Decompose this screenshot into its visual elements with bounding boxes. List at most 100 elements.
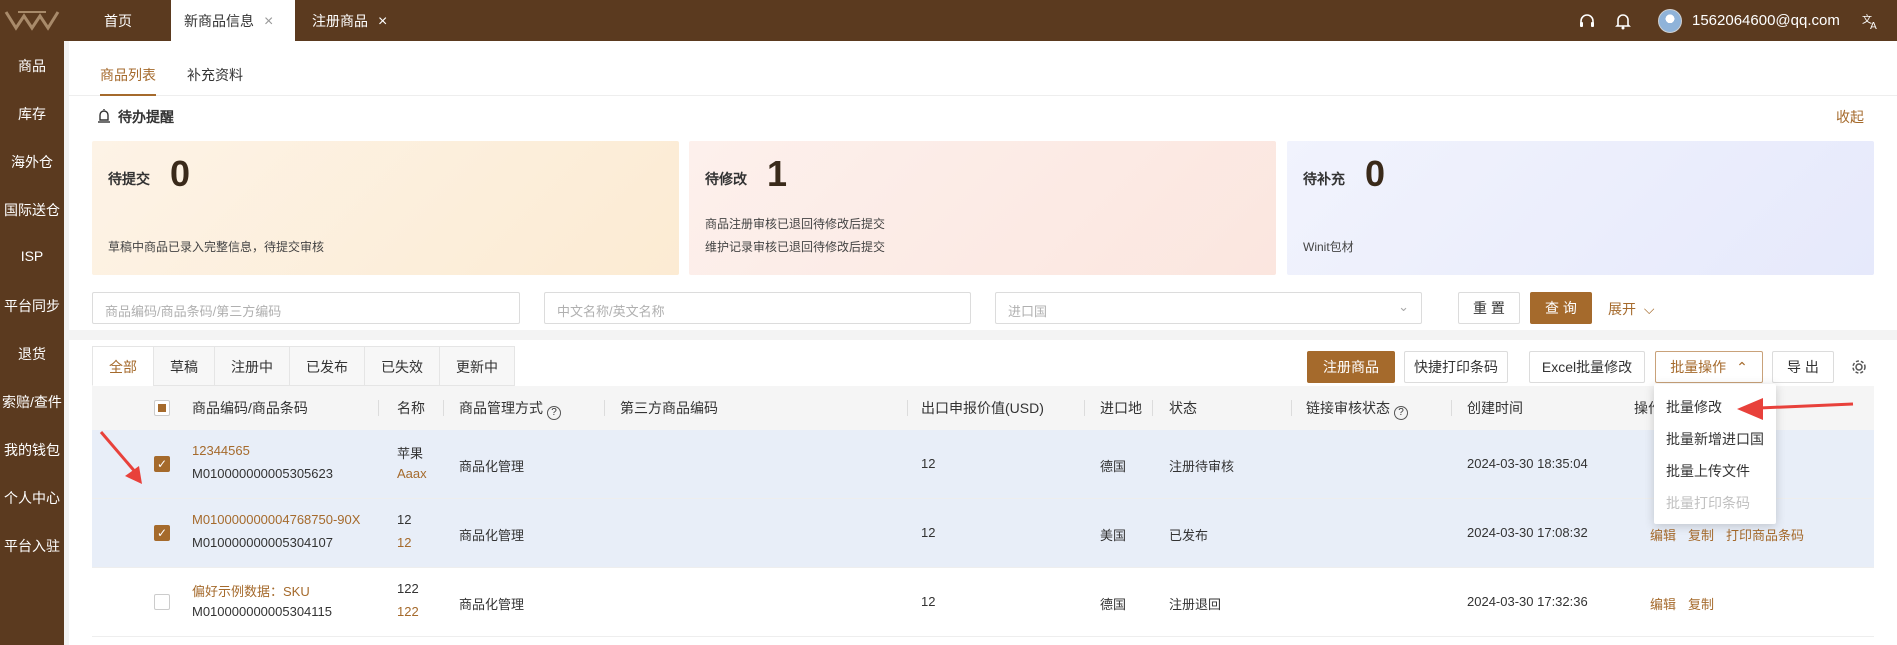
col-separator	[907, 400, 908, 416]
sidebar-item-product[interactable]: 商品	[0, 56, 64, 76]
management-mode: 商品化管理	[459, 597, 525, 612]
sidebar-item-overseas-warehouse[interactable]: 海外仓	[0, 152, 64, 172]
code-search-input[interactable]: 商品编码/商品条码/第三方编码	[92, 292, 520, 324]
edit-link[interactable]: 编辑	[1650, 594, 1676, 613]
management-mode: 商品化管理	[459, 528, 525, 543]
collapse-link[interactable]: 收起	[1836, 107, 1864, 127]
user-menu[interactable]: 1562064600@qq.com	[1658, 0, 1840, 41]
sidebar-item-returns[interactable]: 退货	[0, 344, 64, 364]
reset-button[interactable]: 重 置	[1458, 292, 1520, 324]
tab-label: 注册商品	[312, 13, 368, 29]
help-icon[interactable]: ?	[547, 406, 561, 420]
print-barcode-link[interactable]: 打印商品条码	[1726, 525, 1804, 544]
product-barcode: M010000000005305623	[192, 466, 333, 481]
annotation-arrow	[1737, 398, 1854, 420]
expand-label: 展开	[1608, 301, 1636, 317]
indeterminate-mark	[158, 404, 166, 412]
select-all-checkbox[interactable]	[154, 400, 170, 416]
sidebar-item-inventory[interactable]: 库存	[0, 104, 64, 124]
menu-item-batch-edit[interactable]: 批量修改	[1666, 397, 1722, 417]
filter-tab-draft[interactable]: 草稿	[153, 346, 215, 386]
help-icon[interactable]: ?	[1394, 406, 1408, 420]
sidebar-item-claims[interactable]: 索赔/查件	[0, 392, 64, 412]
sidebar-item-intl-delivery[interactable]: 国际送仓	[0, 200, 64, 220]
translate-icon[interactable]: 文A	[1862, 0, 1880, 41]
sidebar-item-isp[interactable]: ISP	[0, 248, 64, 264]
menu-item-batch-upload[interactable]: 批量上传文件	[1666, 461, 1750, 481]
filter-tab-expired[interactable]: 已失效	[364, 346, 440, 386]
header-text: 链接审核状态	[1306, 400, 1390, 416]
col-separator	[1152, 400, 1153, 416]
tab-supplementary[interactable]: 补充资料	[187, 65, 243, 85]
bell-icon[interactable]	[1615, 0, 1631, 41]
card-label: 待提交	[108, 171, 150, 187]
query-button[interactable]: 查 询	[1530, 292, 1592, 324]
name-search-input[interactable]: 中文名称/英文名称	[544, 292, 971, 324]
card-desc: 草稿中商品已录入完整信息，待提交审核	[108, 240, 325, 254]
tab-label: 首页	[104, 13, 132, 29]
export-button[interactable]: 导 出	[1772, 351, 1834, 383]
active-tab-underline	[100, 94, 156, 96]
import-country-select[interactable]: 进口国 ⌄	[995, 292, 1422, 324]
row-checkbox[interactable]	[154, 594, 170, 610]
batch-operations-button[interactable]: 批量操作 ⌃	[1655, 351, 1763, 383]
annotation-arrow	[99, 431, 142, 484]
edit-link[interactable]: 编辑	[1650, 525, 1676, 544]
product-code-link[interactable]: 偏好示例数据：SKU	[192, 581, 310, 600]
sidebar-item-platform-sync[interactable]: 平台同步	[0, 296, 64, 316]
excel-batch-edit-button[interactable]: Excel批量修改	[1529, 351, 1645, 383]
table-header: 商品编码/商品条码 名称 商品管理方式? 第三方商品编码 出口申报价值(USD)…	[92, 386, 1874, 430]
copy-link[interactable]: 复制	[1688, 525, 1714, 544]
row-checkbox[interactable]: ✓	[154, 525, 170, 541]
product-code-link[interactable]: M010000000004768750-90X	[192, 512, 360, 527]
card-count: 0	[1365, 153, 1386, 194]
gear-icon[interactable]	[1851, 359, 1867, 375]
filter-tab-all[interactable]: 全部	[92, 346, 154, 386]
product-name-cn: 122	[397, 581, 419, 596]
col-separator	[1291, 400, 1292, 416]
status-text: 注册待审核	[1169, 459, 1235, 474]
register-product-button[interactable]: 注册商品	[1307, 351, 1395, 383]
filter-tab-updating[interactable]: 更新中	[439, 346, 515, 386]
tab-register-product[interactable]: 注册商品 ×	[300, 0, 410, 41]
sidebar-item-platform-join[interactable]: 平台入驻	[0, 536, 64, 556]
brand-logo[interactable]	[4, 9, 60, 31]
table-row[interactable]: ✓ M010000000004768750-90X M0100000000053…	[92, 499, 1874, 568]
table-row[interactable]: 偏好示例数据：SKU M010000000005304115 122 122 商…	[92, 568, 1874, 637]
card-count: 1	[767, 153, 788, 194]
filter-tab-registering[interactable]: 注册中	[214, 346, 290, 386]
status-filter-tabs: 全部 草稿 注册中 已发布 已失效 更新中	[92, 346, 515, 386]
table-row[interactable]: ✓ 12344565 M010000000005305623 苹果 Aaax 商…	[92, 430, 1874, 499]
top-bar: 首页 新商品信息 × 注册商品 × 1562064600@qq.com 文A	[0, 0, 1897, 41]
todo-card-pending-modify[interactable]: 待修改 1 商品注册审核已退回待修改后提交 维护记录审核已退回待修改后提交	[689, 141, 1276, 275]
headset-icon[interactable]	[1578, 0, 1596, 41]
close-icon[interactable]: ×	[378, 13, 387, 30]
menu-item-batch-add-country[interactable]: 批量新增进口国	[1666, 429, 1764, 449]
col-header-export-value: 出口申报价值(USD)	[921, 400, 1044, 416]
todo-card-pending-submit[interactable]: 待提交 0 草稿中商品已录入完整信息，待提交审核	[92, 141, 679, 275]
tab-product-list[interactable]: 商品列表	[100, 65, 156, 85]
sidebar-item-profile[interactable]: 个人中心	[0, 488, 64, 508]
product-code-link[interactable]: 12344565	[192, 443, 250, 458]
sidebar-item-wallet[interactable]: 我的钱包	[0, 440, 64, 460]
tab-home[interactable]: 首页	[88, 0, 176, 41]
quick-print-barcode-button[interactable]: 快捷打印条码	[1404, 351, 1508, 383]
copy-link[interactable]: 复制	[1688, 594, 1714, 613]
todo-card-pending-supplement[interactable]: 待补充 0 Winit包材	[1287, 141, 1874, 275]
close-icon[interactable]: ×	[264, 13, 273, 30]
sub-tabs: 商品列表 补充资料	[69, 41, 1897, 96]
col-header-created-time: 创建时间	[1467, 400, 1523, 416]
select-placeholder: 进口国	[1008, 304, 1048, 319]
card-desc: 维护记录审核已退回待修改后提交	[705, 240, 886, 254]
filter-tab-published[interactable]: 已发布	[289, 346, 365, 386]
export-value: 12	[921, 456, 936, 471]
col-header-mode: 商品管理方式?	[459, 386, 561, 430]
card-count: 0	[170, 153, 191, 194]
expand-toggle[interactable]: 展开 ⌵	[1608, 299, 1655, 319]
col-separator	[604, 400, 605, 416]
col-separator	[1451, 400, 1452, 416]
col-header-status: 状态	[1169, 400, 1197, 416]
row-checkbox[interactable]: ✓	[154, 456, 170, 472]
tab-new-product-info[interactable]: 新商品信息 ×	[171, 0, 295, 41]
card-desc: 商品注册审核已退回待修改后提交	[705, 217, 886, 231]
